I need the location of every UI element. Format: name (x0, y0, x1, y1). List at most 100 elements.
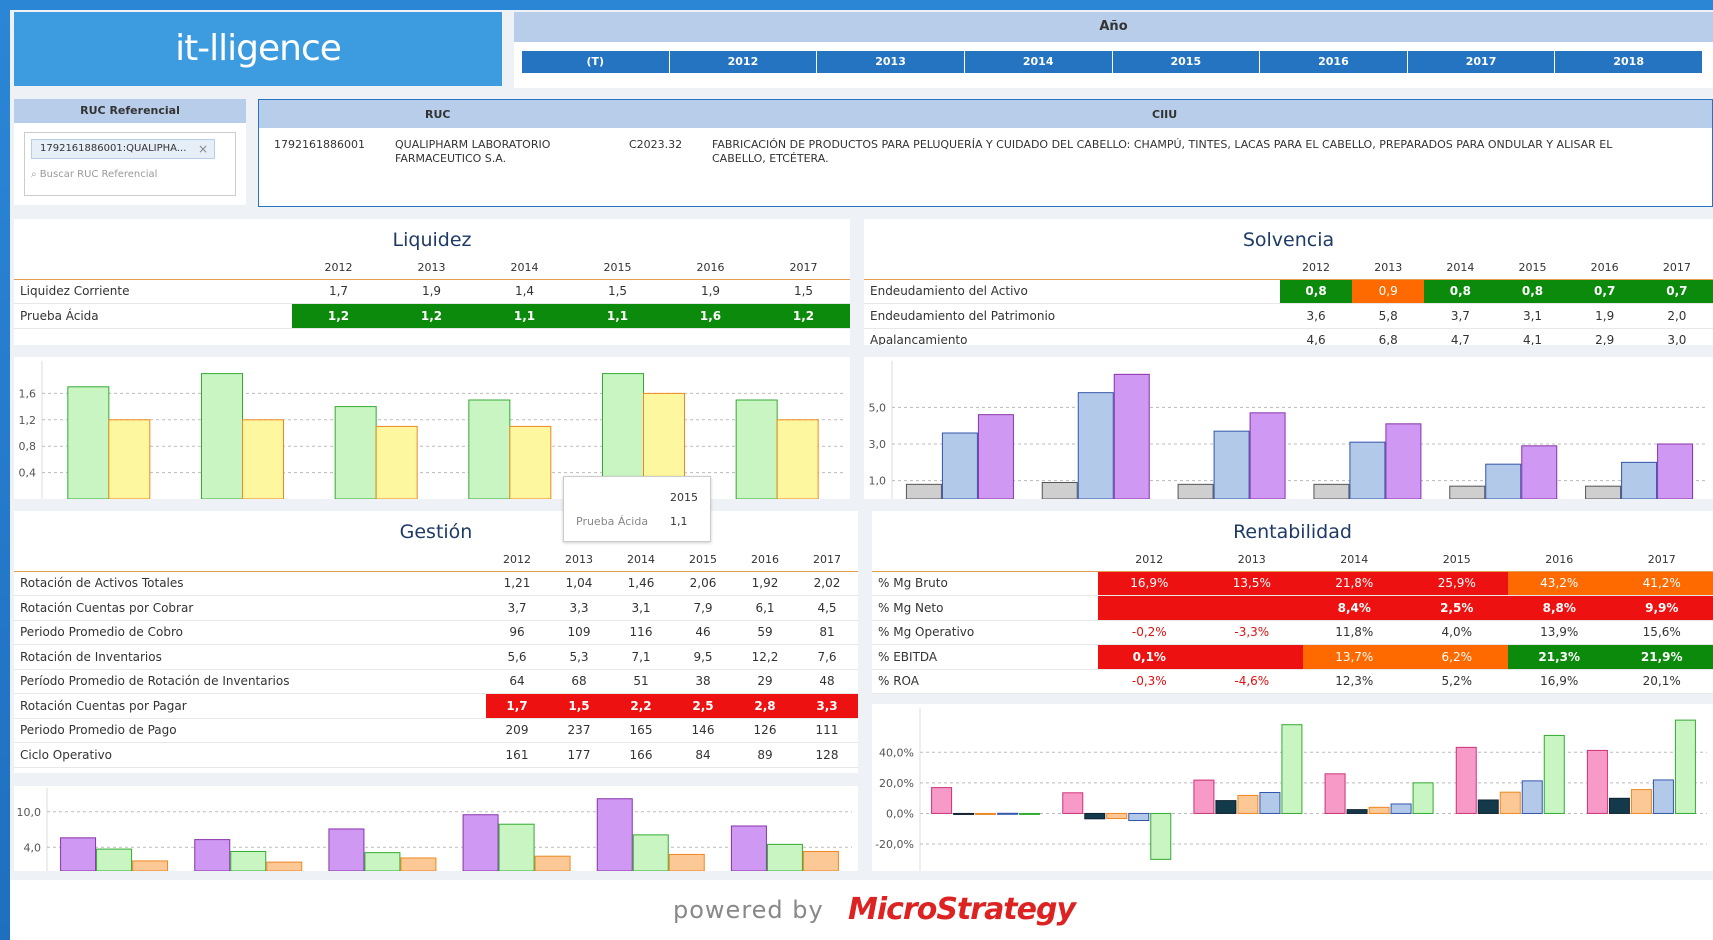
bar--roa (1019, 812, 1041, 815)
table-row: Apalancamiento 4,6 6,8 4,7 4,1 2,9 3,0 (864, 328, 1713, 345)
table-cell: 161 (486, 742, 548, 768)
table-cell: 4,1 (1496, 328, 1569, 345)
bar-rotaci-n-cuentas-por-pagar (668, 853, 705, 872)
table-cell: 177 (548, 742, 610, 768)
bar-rotaci-n-de-inventarios (596, 798, 633, 872)
liquidez-title: Liquidez (392, 229, 472, 251)
table-cell: 4,6 (1279, 328, 1353, 345)
ruc-info-table: RUC CIIU 1792161886001 QUALIPHARM LABORA… (258, 99, 1713, 207)
table-cell: 13,7% (1303, 644, 1406, 670)
bar-rotaci-n-de-inventarios (194, 839, 231, 872)
bar--roa (1412, 782, 1434, 814)
table-row: Rotación Cuentas por Cobrar 3,7 3,3 3,1 7,9 6… (14, 595, 858, 621)
table-cell: 64 (486, 669, 548, 694)
year-header: 2013 (548, 549, 610, 572)
liquidez-chart-panel: 0,4 0,8 1,2 1,6 (14, 357, 850, 500)
bar-endeudamiento-del-patrimonio (1621, 461, 1658, 500)
year-tab-2[interactable]: 2013 (817, 51, 965, 73)
ruc-search-input[interactable]: ⌕ Buscar RUC Referencial (31, 169, 157, 180)
tooltip-year: 2015 (670, 491, 698, 504)
table-cell: 8,4% (1303, 595, 1406, 621)
bar-liquidez-corriente (735, 399, 778, 500)
bar-rotaci-n-cuentas-por-pagar (266, 861, 303, 872)
bar-endeudamiento-del-activo (1585, 485, 1622, 500)
table-cell: 146 (672, 718, 734, 743)
row-label: Periodo Promedio de Cobro (14, 620, 486, 645)
y-tick-label: 0,8 (19, 440, 37, 453)
bar-endeudamiento-del-activo (1177, 483, 1214, 500)
table-cell: 3,3 (548, 595, 610, 621)
year-tab-3[interactable]: 2014 (964, 51, 1113, 73)
table-cell: 0,8 (1496, 279, 1569, 304)
y-tick-label: 0,4 (19, 467, 37, 480)
year-tab-1[interactable]: 2012 (669, 51, 818, 73)
table-cell: -4,6% (1200, 669, 1304, 694)
year-tab-0[interactable]: (T) (522, 51, 670, 73)
bar-endeudamiento-del-activo (1313, 483, 1350, 500)
ciiu-description: FABRICACIÓN DE PRODUCTOS PARA PELUQUERÍA… (712, 138, 1692, 166)
table-row: Endeudamiento del Activo 0,8 0,9 0,8 0,8 0,7 0… (864, 279, 1713, 304)
year-header: 2013 (1352, 257, 1425, 280)
rentabilidad-table: 2012 2013 2014 2015 2016 2017% Mg Bruto 16,9% 1… (872, 549, 1713, 694)
year-tab-6[interactable]: 2017 (1407, 51, 1556, 73)
table-cell: 38 (672, 669, 734, 694)
table-cell: 7,9 (672, 595, 734, 621)
bar-prueba-cida (242, 419, 284, 500)
table-cell: 0,1% (1098, 644, 1201, 670)
year-header: 2016 (1568, 257, 1641, 280)
bar-rotaci-n-de-inventarios (60, 837, 97, 872)
bar-prueba-cida (375, 425, 418, 500)
bar--mg-neto (1084, 812, 1106, 820)
table-cell: 0,8 (1424, 279, 1497, 304)
table-cell: 4,0% (1405, 620, 1508, 645)
table-row: Liquidez Corriente 1,7 1,9 1,4 1,5 1,9 1,5 (14, 279, 850, 304)
table-cell: 59 (734, 620, 796, 645)
selected-ruc-label: 1792161886001:QUALIPHA... (40, 143, 187, 154)
table-row: Periodo Promedio de Pago 209 237 165 146 126 1… (14, 718, 858, 743)
search-icon: ⌕ (31, 169, 37, 180)
table-cell: 29 (734, 669, 796, 694)
table-cell: 6,8 (1352, 328, 1425, 345)
year-header: 2015 (1405, 549, 1508, 572)
table-cell: 126 (734, 718, 796, 743)
solvencia-title: Solvencia (1242, 229, 1335, 251)
header-label-cell (14, 257, 292, 280)
year-header: 2016 (734, 549, 796, 572)
bar--roa (1150, 812, 1172, 860)
bar-prueba-cida (776, 419, 819, 500)
year-header: 2014 (478, 257, 571, 280)
bar--mg-operativo (1237, 794, 1259, 814)
table-cell: 1,5 (757, 279, 850, 304)
table-cell: 7,1 (610, 644, 672, 670)
table-cell: 89 (734, 742, 796, 768)
selected-ruc-chip[interactable]: 1792161886001:QUALIPHA... × (31, 139, 215, 159)
row-label: Rotación de Inventarios (14, 644, 486, 670)
remove-chip-icon[interactable]: × (198, 140, 208, 158)
table-cell: 1,9 (664, 279, 757, 304)
year-tab-4[interactable]: 2015 (1112, 51, 1261, 73)
ruc-referencial-selector[interactable]: 1792161886001:QUALIPHA... × ⌕ Buscar RUC… (24, 132, 236, 196)
row-label: Endeudamiento del Activo (864, 279, 1280, 304)
table-cell: 2,02 (796, 571, 858, 596)
bar--ebitda (1390, 803, 1412, 814)
year-filter-title: Año (514, 12, 1713, 42)
bar-rotaci-n-cuentas-por-cobrar (632, 834, 669, 872)
table-cell: 3,7 (486, 595, 548, 621)
table-cell: 0,7 (1640, 279, 1713, 304)
microstrategy-logo: MicroStrategy (848, 892, 1076, 927)
year-tab-5[interactable]: 2016 (1260, 51, 1408, 73)
table-cell: 3,7 (1424, 303, 1497, 329)
bar-liquidez-corriente (334, 406, 377, 500)
table-cell: 109 (548, 620, 610, 645)
table-cell: 1,21 (486, 571, 548, 596)
col-ciiu: CIIU (1152, 108, 1178, 121)
bar-rotaci-n-de-inventarios (730, 825, 767, 872)
y-tick-label: 10,0 (17, 806, 42, 819)
table-cell: 2,9 (1568, 328, 1641, 345)
bar-rotaci-n-de-inventarios (328, 828, 365, 872)
table-cell: 4,5 (796, 595, 858, 621)
year-tab-7[interactable]: 2018 (1555, 51, 1703, 73)
year-header: 2015 (571, 257, 664, 280)
bar-prueba-cida (108, 419, 151, 500)
table-cell: 116 (610, 620, 672, 645)
